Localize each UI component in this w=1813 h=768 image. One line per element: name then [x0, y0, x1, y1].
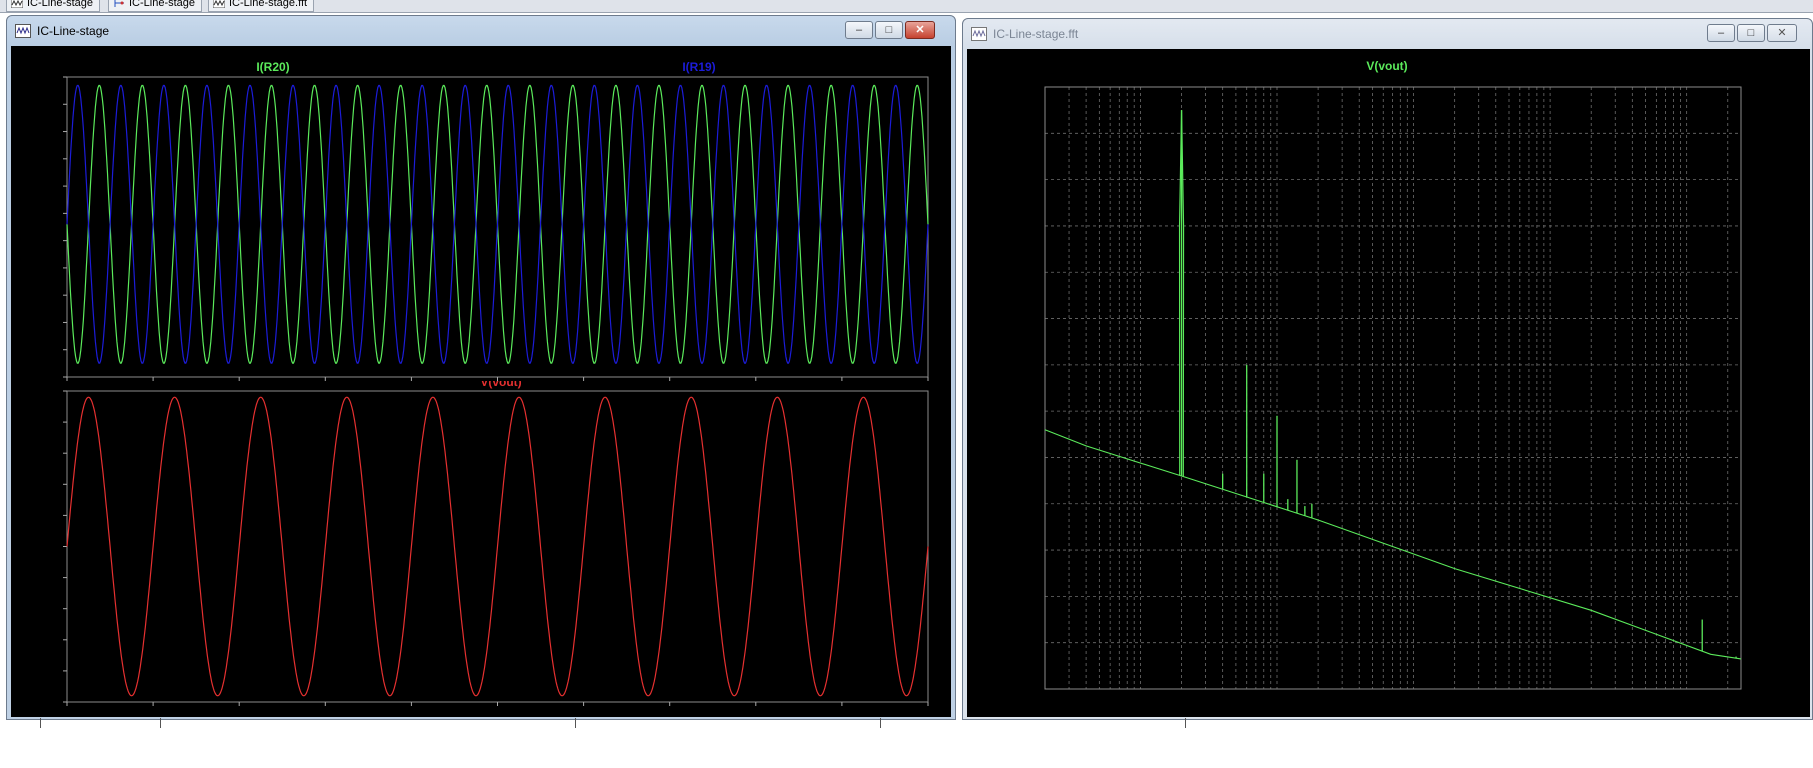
y-tick-label: -2V [42, 602, 61, 616]
schematic-fragment [575, 718, 639, 728]
schematic-fragment [40, 718, 124, 728]
y-tick-label: -80dB [1009, 312, 1041, 326]
x-tick-label: 350µs [653, 707, 686, 717]
window-title: IC-Line-stage [37, 24, 110, 38]
y-tick-label: 1V [46, 508, 61, 522]
y-tick-label: 30mA [30, 370, 61, 381]
waveform-icon [213, 0, 225, 8]
close-icon: ✕ [1777, 27, 1787, 39]
y-tick-label: 100mA [23, 179, 61, 193]
y-tick-label: -140dB [1002, 450, 1041, 464]
close-button[interactable]: ✕ [1767, 24, 1797, 42]
y-tick-label: 130mA [23, 97, 61, 111]
y-tick-label: -60dB [1009, 265, 1041, 279]
schematic-fragment [160, 718, 224, 728]
y-tick-label: -220dB [1002, 636, 1041, 650]
waveform-icon [971, 27, 987, 41]
y-tick-label: -3V [42, 633, 61, 647]
tab-label: IC-Line-stage [27, 0, 94, 9]
y-tick-label: -40dB [1009, 219, 1041, 233]
minimize-icon: – [855, 24, 863, 36]
document-tab-strip: IC-Line-stage IC-Line-stage IC-Line-stag… [0, 0, 1813, 13]
x-tick-label: 450µs [825, 707, 858, 717]
y-tick-label: 3V [46, 446, 61, 460]
waveform-window-transient[interactable]: IC-Line-stage – □ ✕ 140mA 130mA 120mA 110mA… [6, 15, 956, 720]
fft-plot-pane[interactable]: 20dB 0dB -20dB -40dB -60dB -80dB -100dB -120dB -… [967, 49, 1810, 717]
x-tick-label: 100µs [223, 707, 256, 717]
schematic-fragment [880, 718, 944, 728]
minimize-icon: – [1717, 27, 1725, 39]
y-tick-label: 60mA [30, 288, 61, 302]
tab-label: IC-Line-stage.fft [229, 0, 308, 9]
y-tick-label: -240dB [1002, 682, 1041, 696]
y-tick-label: 80mA [30, 234, 61, 248]
y-tick-label: -20dB [1009, 173, 1041, 187]
y-tick-label: 140mA [23, 70, 61, 84]
y-tick-label: 90mA [30, 206, 61, 220]
y-tick-label: -1V [42, 571, 61, 585]
y-tick-label: 120mA [23, 125, 61, 139]
trace-label-i-r19: I(R19) [682, 60, 715, 74]
maximize-icon: □ [1747, 27, 1755, 39]
x-tick-label: 150µs [309, 707, 342, 717]
waveform-icon [15, 24, 31, 38]
x-tick-label: 100KHz [1256, 696, 1299, 710]
waveform-window-fft[interactable]: IC-Line-stage.fft – □ ✕ 20dB 0dB -20dB -40d… [962, 18, 1813, 720]
trace-label-i-r20: I(R20) [256, 60, 289, 74]
x-tick-label: 500µs [912, 707, 945, 717]
tab-ic-line-stage-fft[interactable]: IC-Line-stage.fft [208, 0, 315, 12]
background-schematic-strip [0, 718, 1813, 768]
close-button[interactable]: ✕ [905, 21, 935, 39]
y-tick-label: 0V [46, 540, 61, 554]
tab-label: IC-Line-stage [129, 0, 196, 9]
x-tick-label: 400µs [739, 707, 772, 717]
x-tick-label: 200µs [395, 707, 428, 717]
minimize-button[interactable]: – [845, 21, 873, 39]
series-line-v-vout-floor [1044, 429, 1742, 660]
series-line-v-vout [66, 396, 929, 697]
plot-area[interactable]: 140mA 130mA 120mA 110mA 100mA 90mA 80mA 70mA 60m… [11, 46, 951, 717]
y-tick-label: -4V [42, 664, 61, 678]
maximize-button[interactable]: □ [875, 21, 903, 39]
y-tick-label: 70mA [30, 261, 61, 275]
y-tick-label: 0dB [1020, 126, 1041, 140]
close-icon: ✕ [915, 24, 925, 36]
tab-ic-line-stage-schematic[interactable]: IC-Line-stage [108, 0, 203, 12]
x-tick-label: 10KHz [1122, 696, 1158, 710]
trace-label-v-vout: V(vout) [1366, 59, 1407, 73]
y-tick-label: 40mA [30, 343, 61, 357]
x-tick-label: 0µs [57, 707, 77, 717]
x-tick-label: 50µs [140, 707, 166, 717]
y-tick-label: -100dB [1002, 358, 1041, 372]
series-line-ir19 [66, 84, 929, 364]
y-tick-label: -120dB [1002, 404, 1041, 418]
tab-ic-line-stage-waveform[interactable]: IC-Line-stage [6, 0, 101, 12]
y-tick-label: -200dB [1002, 589, 1041, 603]
waveform-icon [11, 0, 23, 8]
maximize-button[interactable]: □ [1737, 24, 1765, 42]
x-tick-label: 300µs [567, 707, 600, 717]
x-tick-label: 100MHz [1664, 696, 1709, 710]
x-tick-label: 250µs [481, 707, 514, 717]
y-tick-label: -160dB [1002, 497, 1041, 511]
voltage-plot-pane[interactable]: 5V4V3V2V1V0V-1V-2V-3V-4V-5V0µs 50µs 100µs 1… [11, 381, 951, 717]
y-tick-label: 2V [46, 477, 61, 491]
trace-label-v-vout: V(vout) [480, 381, 521, 389]
maximize-icon: □ [885, 24, 893, 36]
plot-frame [1044, 86, 1742, 690]
y-tick-label: -180dB [1002, 543, 1041, 557]
schematic-fragment [1185, 718, 1229, 728]
y-tick-label: 5V [46, 384, 61, 398]
y-tick-label: 110mA [24, 152, 61, 166]
y-tick-label: 20dB [1013, 80, 1041, 94]
x-tick-label: 1MHz [1398, 696, 1429, 710]
schematic-icon [114, 0, 124, 7]
window-title: IC-Line-stage.fft [993, 27, 1079, 41]
current-plot-pane[interactable]: 140mA 130mA 120mA 110mA 100mA 90mA 80mA 70mA 60m… [11, 46, 951, 381]
minimize-button[interactable]: – [1707, 24, 1735, 42]
y-tick-label: 4V [46, 415, 61, 429]
x-tick-label: 10MHz [1531, 696, 1569, 710]
y-tick-label: 50mA [30, 315, 61, 329]
plot-area[interactable]: 20dB 0dB -20dB -40dB -60dB -80dB -100dB -120dB -… [967, 49, 1810, 717]
